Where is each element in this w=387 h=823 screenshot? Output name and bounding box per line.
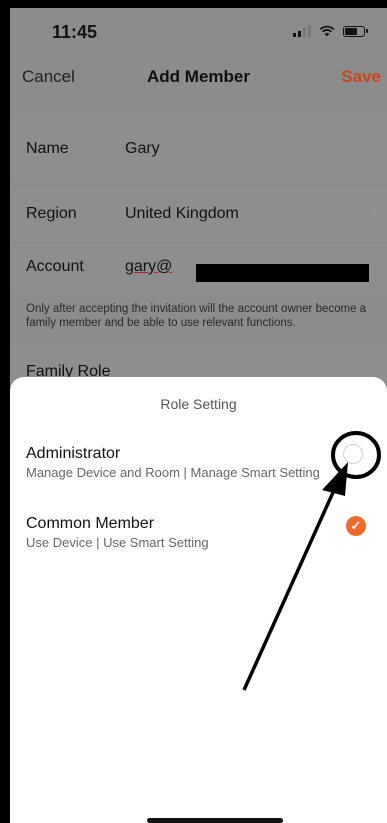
role-setting-sheet: Role Setting Administrator Manage Device… (10, 377, 387, 823)
name-label: Name (26, 140, 69, 157)
region-label: Region (26, 205, 77, 222)
signal-icon (293, 25, 311, 37)
account-label: Account (26, 258, 84, 275)
hint-text: Only after accepting the invitation will… (26, 303, 367, 329)
name-value[interactable]: Gary (125, 140, 160, 158)
option-title: Common Member (26, 515, 155, 532)
phone-screen: 11:45 Cancel Add Member Save Name Gary R… (10, 8, 387, 823)
save-button[interactable]: Save (341, 67, 381, 87)
home-indicator (147, 818, 283, 823)
status-bar: 11:45 (10, 8, 387, 54)
region-row[interactable]: Region United Kingdom › (10, 190, 387, 242)
option-subtitle: Use Device | Use Smart Setting (26, 535, 209, 550)
checkmark-icon[interactable]: ✓ (346, 516, 366, 536)
name-row[interactable]: Name Gary (10, 115, 387, 181)
status-time: 11:45 (52, 22, 98, 42)
region-value: United Kingdom (125, 205, 239, 222)
radio-unchecked-icon[interactable] (343, 444, 363, 464)
redaction-bar (196, 264, 369, 282)
option-title: Administrator (26, 445, 121, 462)
status-icons (293, 25, 368, 37)
wifi-icon (319, 25, 335, 37)
battery-icon (343, 26, 368, 37)
chevron-right-icon: › (371, 204, 377, 221)
account-value[interactable]: gary@ (125, 258, 172, 276)
option-subtitle: Manage Device and Room | Manage Smart Se… (26, 465, 320, 480)
sheet-title: Role Setting (160, 396, 237, 412)
page-title: Add Member (147, 67, 250, 86)
